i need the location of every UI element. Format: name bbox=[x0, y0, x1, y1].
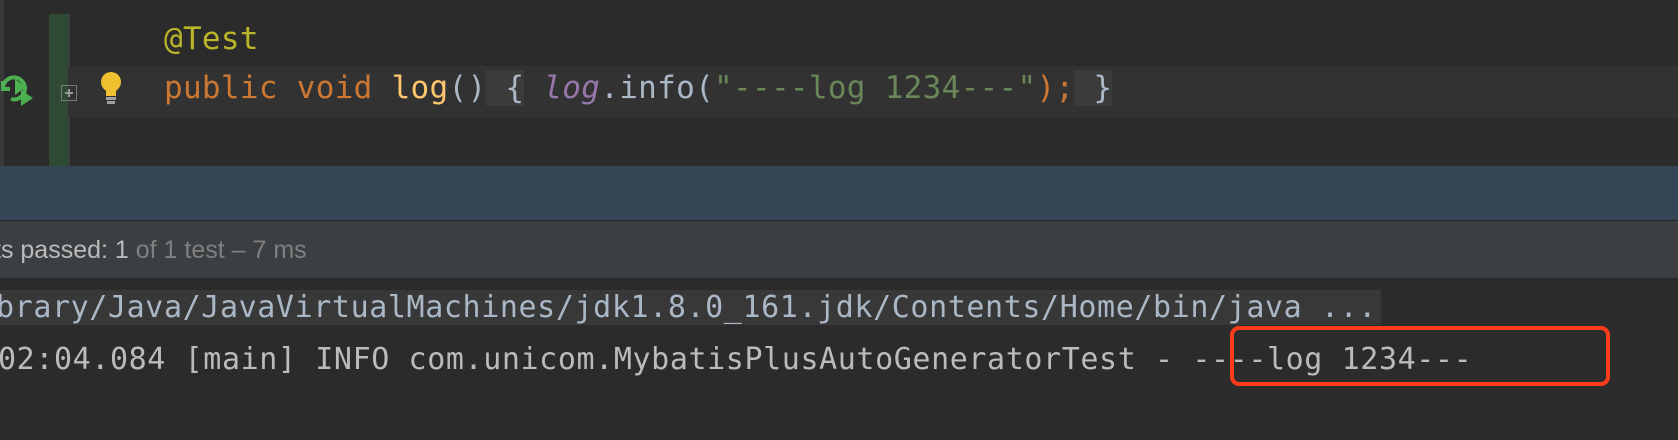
console-line-java-command[interactable]: brary/Java/JavaVirtualMachines/jdk1.8.0_… bbox=[0, 290, 1381, 325]
fold-icon[interactable] bbox=[61, 85, 77, 101]
annotation-test[interactable]: @Test bbox=[164, 21, 259, 57]
keyword-public: public bbox=[164, 70, 278, 106]
test-status-bar: ts passed: 1 of 1 test – 7 ms bbox=[0, 221, 1678, 279]
run-tool-window-header[interactable] bbox=[0, 166, 1678, 221]
tests-passed-detail: of 1 test – 7 ms bbox=[128, 236, 307, 264]
info-call: .info( bbox=[600, 70, 715, 106]
call-close: ); bbox=[1036, 70, 1075, 106]
method-declaration[interactable]: public void log() { log.info("----log 12… bbox=[164, 70, 1113, 106]
code-editor[interactable]: @Test public void log() { log.info("----… bbox=[0, 0, 1678, 166]
method-name: log bbox=[391, 70, 449, 106]
highlight-annotation-box bbox=[1230, 326, 1610, 386]
method-parens: () bbox=[448, 70, 487, 106]
log-field: log bbox=[543, 70, 601, 106]
close-brace: } bbox=[1074, 70, 1113, 106]
keyword-void: void bbox=[296, 70, 373, 106]
run-test-icon[interactable] bbox=[0, 70, 36, 108]
log-string-literal: "----log 1234---" bbox=[714, 70, 1037, 106]
intention-bulb-icon[interactable] bbox=[98, 70, 124, 106]
open-brace: { bbox=[486, 70, 525, 106]
tests-passed-text: ts passed: 1 of 1 test – 7 ms bbox=[0, 236, 307, 265]
tests-passed-count: ts passed: 1 bbox=[0, 236, 129, 264]
